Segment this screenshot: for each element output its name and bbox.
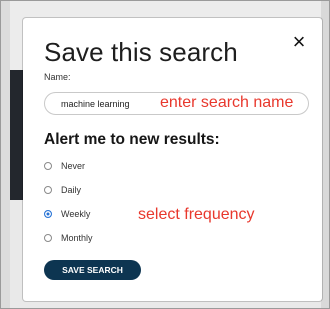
- background-left-strip: [0, 0, 10, 309]
- dialog-title: Save this search: [44, 37, 238, 67]
- save-search-dialog: Save this search × Name: machine learnin…: [23, 18, 322, 301]
- radio-button-monthly[interactable]: [44, 234, 52, 242]
- background-right-strip: [321, 0, 330, 309]
- name-field-label: Name:: [44, 72, 71, 82]
- radio-button-daily[interactable]: [44, 186, 52, 194]
- radio-label-never: Never: [61, 161, 86, 171]
- radio-label-daily: Daily: [61, 185, 82, 195]
- radio-label-monthly: Monthly: [61, 233, 93, 243]
- radio-option-monthly[interactable]: Monthly: [44, 232, 93, 244]
- radio-option-daily[interactable]: Daily: [44, 184, 81, 196]
- close-icon[interactable]: ×: [289, 30, 309, 54]
- annotation-enter-search-name: enter search name: [160, 94, 294, 111]
- radio-option-never[interactable]: Never: [44, 160, 85, 172]
- alert-heading: Alert me to new results:: [44, 131, 220, 148]
- save-search-button[interactable]: SAVE SEARCH: [44, 260, 141, 280]
- radio-button-never[interactable]: [44, 162, 52, 170]
- search-name-value: machine learning: [61, 98, 130, 109]
- annotation-select-frequency: select frequency: [138, 206, 255, 223]
- radio-option-weekly[interactable]: Weekly: [44, 208, 90, 220]
- radio-label-weekly: Weekly: [61, 209, 91, 219]
- radio-button-weekly[interactable]: [44, 210, 52, 218]
